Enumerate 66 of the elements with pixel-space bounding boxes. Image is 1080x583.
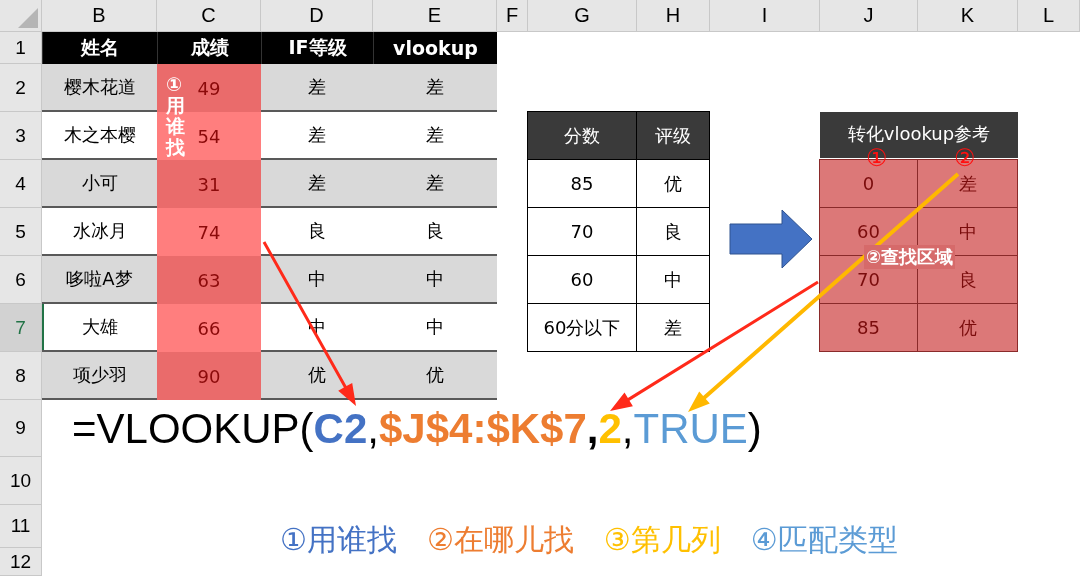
column-header[interactable]: F — [497, 0, 528, 32]
table-cell: 差 — [373, 160, 497, 206]
column-header[interactable]: I — [710, 0, 820, 32]
annotation-label: ①用谁找 — [166, 74, 185, 158]
legend-label: ④匹配类型 — [750, 521, 898, 559]
legend-label: ②在哪儿找 — [426, 521, 574, 559]
column-header[interactable]: E — [373, 0, 497, 32]
column-header[interactable]: D — [261, 0, 373, 32]
table-cell: 樱木花道 — [42, 64, 157, 110]
table-header: 分数 — [527, 111, 637, 160]
column-header[interactable]: C — [157, 0, 261, 32]
column-header[interactable]: K — [918, 0, 1018, 32]
row-header[interactable]: 9 — [0, 400, 42, 457]
table-cell: 63 — [157, 256, 261, 304]
row-header[interactable]: 5 — [0, 208, 42, 256]
row-header[interactable]: 1 — [0, 32, 42, 64]
column-header[interactable]: B — [42, 0, 157, 32]
table-cell: 差 — [373, 112, 497, 158]
right-arrow-icon — [729, 209, 813, 269]
table-cell: 良 — [261, 208, 373, 254]
table-header: 成绩 — [157, 32, 261, 64]
row-header[interactable]: 8 — [0, 352, 42, 400]
row-header[interactable]: 11 — [0, 505, 42, 548]
legend-label: ③第几列 — [603, 521, 721, 559]
table-cell: 74 — [157, 208, 261, 256]
table-header: 姓名 — [42, 32, 157, 64]
table-cell: 31 — [157, 160, 261, 208]
row-header[interactable]: 2 — [0, 64, 42, 112]
table-header: IF等级 — [261, 32, 373, 64]
row-header[interactable]: 7 — [0, 304, 42, 352]
table-cell: 优 — [373, 352, 497, 398]
column-header[interactable]: L — [1018, 0, 1080, 32]
table-cell: 优 — [261, 352, 373, 398]
column-header[interactable]: G — [528, 0, 637, 32]
table-cell: 60分以下 — [527, 303, 637, 352]
table-cell: 66 — [157, 304, 261, 352]
table-header: vlookup — [373, 32, 497, 64]
table-cell: 哆啦A梦 — [42, 256, 157, 302]
table-cell: 大雄 — [42, 304, 157, 350]
formula-text: =VLOOKUP(C2,$J$4:$K$7,2,TRUE) — [71, 403, 763, 454]
row-header[interactable]: 10 — [0, 457, 42, 505]
table-cell: 90 — [157, 352, 261, 400]
table-cell: 木之本樱 — [42, 112, 157, 158]
table-cell: 差 — [261, 160, 373, 206]
row-header[interactable]: 3 — [0, 112, 42, 160]
table-cell: 差 — [261, 112, 373, 158]
table-cell: 小可 — [42, 160, 157, 206]
table-header: 评级 — [636, 111, 710, 160]
column-header[interactable]: H — [637, 0, 710, 32]
table-cell: 差 — [261, 64, 373, 110]
table-cell: 差 — [636, 303, 710, 352]
select-all-icon[interactable] — [18, 8, 38, 28]
column-header[interactable]: J — [820, 0, 918, 32]
table-cell: 中 — [373, 256, 497, 302]
table-cell: 差 — [373, 64, 497, 110]
table-cell: 项少羽 — [42, 352, 157, 398]
table-cell: 优 — [917, 303, 1018, 352]
table-cell: 良 — [373, 208, 497, 254]
row-header[interactable]: 12 — [0, 548, 42, 576]
row-header[interactable]: 4 — [0, 160, 42, 208]
table-cell: 水冰月 — [42, 208, 157, 254]
table-cell: 85 — [819, 303, 918, 352]
table-cell: 中 — [261, 256, 373, 302]
row-header[interactable]: 6 — [0, 256, 42, 304]
table-cell: 中 — [373, 304, 497, 350]
legend-label: ①用谁找 — [280, 521, 397, 559]
